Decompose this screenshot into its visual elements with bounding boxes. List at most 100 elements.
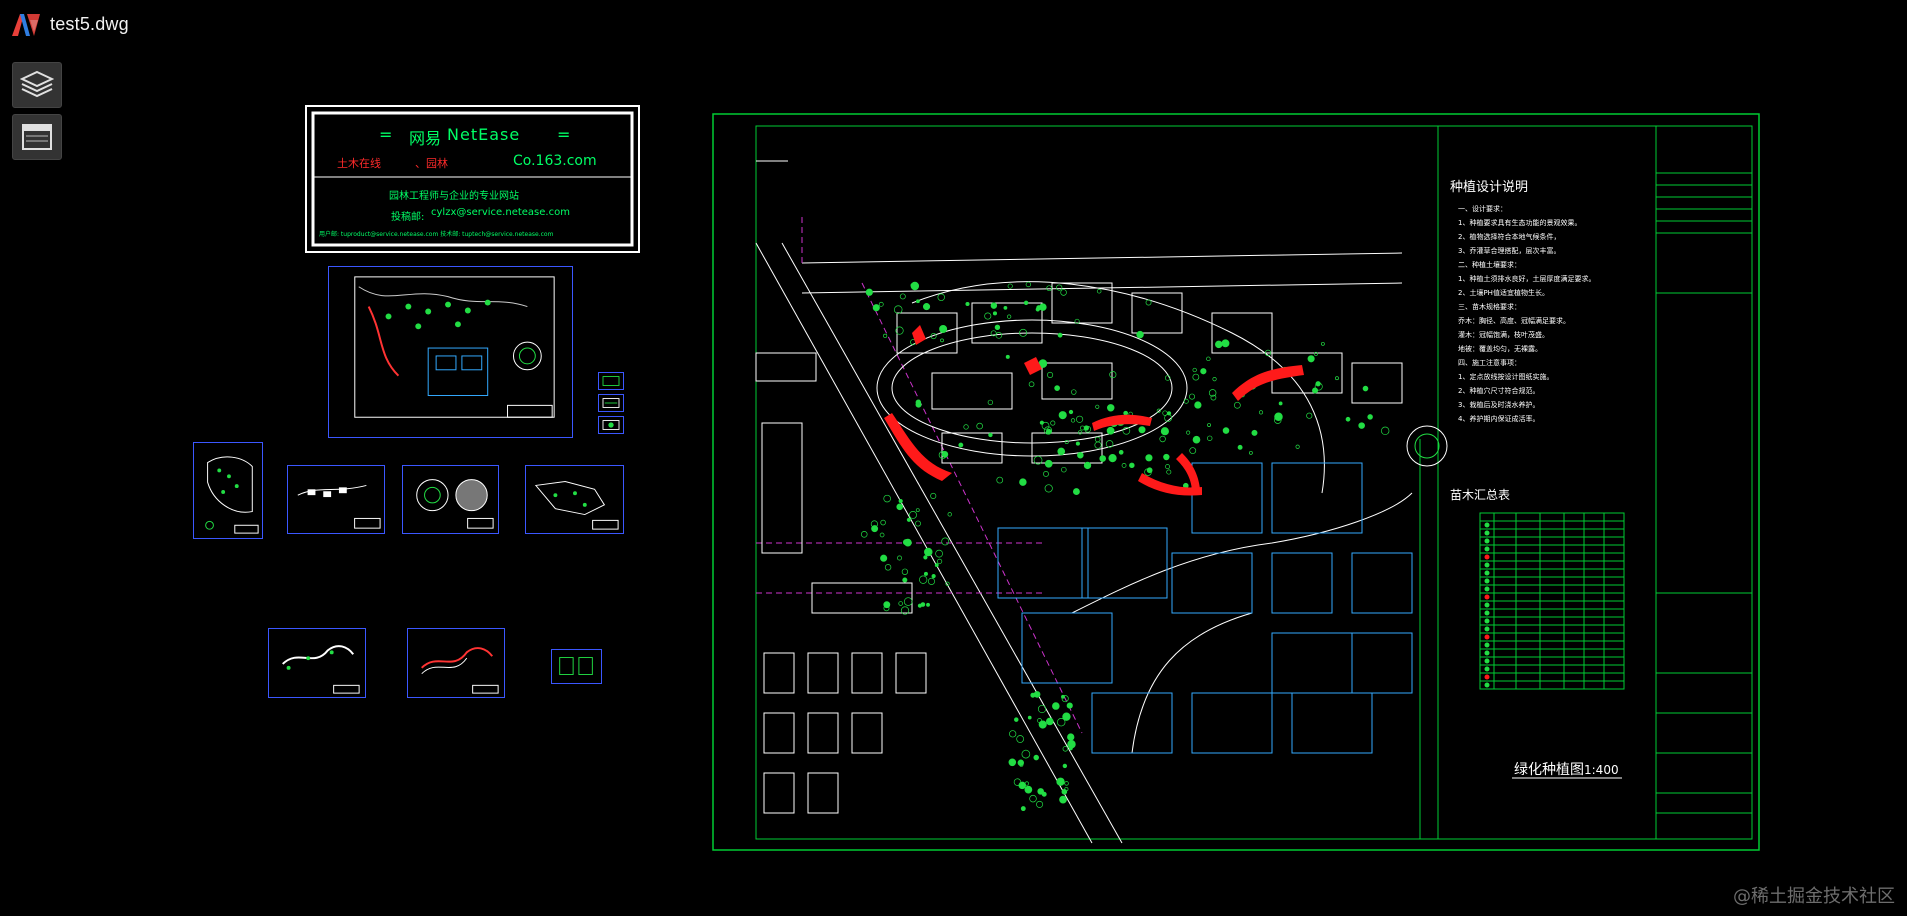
legend-symbol bbox=[1484, 594, 1490, 600]
tree-symbol bbox=[1057, 332, 1063, 338]
tree-symbol bbox=[1016, 735, 1024, 743]
app-logo-icon bbox=[12, 14, 40, 36]
sheet-thumbnail-overview[interactable] bbox=[328, 266, 573, 438]
legend-symbol bbox=[1484, 682, 1490, 688]
tree-symbol bbox=[1075, 441, 1080, 446]
tree-symbol bbox=[1129, 462, 1135, 469]
tree-symbol bbox=[1206, 356, 1211, 362]
tree-symbol bbox=[1109, 371, 1117, 379]
tree-symbol bbox=[1024, 785, 1033, 794]
sheet-thumbnail-path-a[interactable] bbox=[268, 628, 366, 698]
row2-left: 土木在线 bbox=[337, 157, 381, 170]
sheet-thumbnail-detail[interactable] bbox=[525, 465, 624, 534]
tree-symbol bbox=[1044, 484, 1053, 493]
sheet-thumbnail-small[interactable] bbox=[551, 649, 602, 684]
tree-symbol bbox=[941, 451, 949, 458]
tree-symbol bbox=[1108, 453, 1117, 463]
tree-symbol bbox=[872, 304, 880, 312]
tree-symbol bbox=[1061, 466, 1067, 473]
tree-symbol bbox=[902, 577, 908, 583]
tree-symbol bbox=[915, 299, 920, 304]
tree-symbol bbox=[903, 597, 913, 606]
tree-symbol bbox=[1320, 341, 1325, 346]
note-line: 1、种植要求具有生态功能的景观效果。 bbox=[1458, 218, 1581, 227]
legend-symbol bbox=[1484, 666, 1490, 672]
tree-symbol bbox=[1094, 436, 1101, 443]
legend-symbol bbox=[1484, 618, 1490, 624]
legend-symbol bbox=[1484, 546, 1490, 552]
row2-mid: 、园林 bbox=[415, 157, 448, 170]
sheet-thumbnail-site-curve[interactable] bbox=[193, 442, 263, 539]
netease-title-card[interactable]: = 网易 NetEase = 土木在线 、园林 Co.163.com 园林工程师… bbox=[305, 105, 640, 253]
tree-symbol bbox=[937, 293, 945, 301]
tree-symbol bbox=[1007, 283, 1013, 289]
sheet-thumbnail-circles[interactable] bbox=[402, 465, 499, 534]
sheet-thumbnail-mini-3[interactable] bbox=[598, 416, 624, 434]
tree-symbol bbox=[1059, 795, 1067, 804]
note-line: 二、种植土壤要求： bbox=[1458, 260, 1521, 269]
tree-symbol bbox=[899, 293, 906, 300]
tree-symbol bbox=[990, 302, 998, 309]
sheet-thumbnail-strip-plan[interactable] bbox=[287, 465, 385, 534]
tree-symbol bbox=[1215, 340, 1223, 349]
tree-symbol bbox=[1077, 451, 1084, 459]
layers-button[interactable] bbox=[12, 62, 62, 108]
tree-symbol bbox=[1076, 415, 1084, 423]
tree-symbol bbox=[1094, 441, 1102, 449]
tree-symbol bbox=[984, 312, 992, 320]
legend-symbol bbox=[1484, 538, 1490, 544]
tree-symbol bbox=[1189, 393, 1196, 400]
tree-symbol bbox=[897, 555, 902, 561]
tree-symbol bbox=[1123, 410, 1129, 416]
tree-symbol bbox=[1077, 430, 1083, 435]
note-line: 3、栽植后及时浇水养护。 bbox=[1458, 400, 1539, 409]
layout-button[interactable] bbox=[12, 114, 62, 160]
tree-symbol bbox=[1020, 806, 1026, 812]
tree-symbol bbox=[1062, 712, 1071, 721]
note-line: 2、种植穴尺寸符合规范。 bbox=[1458, 386, 1539, 395]
tree-symbol bbox=[1027, 715, 1032, 720]
tree-symbol bbox=[1278, 401, 1283, 406]
tree-symbol bbox=[1060, 289, 1067, 296]
tree-symbol bbox=[1014, 717, 1019, 722]
tree-symbol bbox=[931, 574, 936, 579]
tree-symbol bbox=[1039, 420, 1044, 425]
tree-symbol bbox=[1183, 398, 1189, 404]
tree-symbol bbox=[1194, 401, 1202, 409]
tree-symbol bbox=[1145, 299, 1152, 306]
sheet-thumbnail-path-b[interactable] bbox=[407, 628, 505, 698]
tree-symbol bbox=[893, 305, 903, 314]
tree-symbol bbox=[1095, 404, 1100, 409]
tree-symbol bbox=[1070, 418, 1076, 423]
tree-symbol bbox=[898, 498, 903, 504]
tree-symbol bbox=[865, 288, 873, 296]
sheet-thumbnail-mini-2[interactable] bbox=[598, 394, 624, 412]
tree-symbol bbox=[1159, 435, 1166, 443]
tree-symbol bbox=[1200, 368, 1207, 375]
sheet-thumbnail-mini-1[interactable] bbox=[598, 372, 624, 390]
tree-symbol bbox=[934, 563, 939, 568]
tree-symbol bbox=[1237, 444, 1243, 450]
tree-symbol bbox=[1207, 435, 1213, 441]
drawing-title: 绿化种植图 bbox=[1514, 762, 1584, 778]
tree-symbol bbox=[1099, 455, 1107, 462]
note-line: 3、乔灌草合理搭配，层次丰富。 bbox=[1458, 246, 1560, 255]
app-header: test5.dwg bbox=[0, 0, 1907, 48]
title-eq-left: = bbox=[379, 125, 393, 144]
footer-emails: 用户邮: tuproduct@service.netease.com 技术邮: … bbox=[319, 231, 554, 238]
tree-symbol bbox=[1258, 410, 1264, 415]
tree-symbol bbox=[930, 492, 937, 499]
note-line: 2、植物选择符合本地气候条件， bbox=[1458, 232, 1560, 241]
tree-symbol bbox=[988, 432, 993, 438]
notes-heading: 种植设计说明 bbox=[1450, 180, 1528, 195]
legend-symbol bbox=[1484, 554, 1490, 560]
tree-symbol bbox=[1118, 449, 1124, 455]
main-planting-plan[interactable]: 种植设计说明 一、设计要求： 1、种植要求具有生态功能的景观效果。 2、植物选择符合… bbox=[712, 113, 1760, 851]
tree-symbol bbox=[1160, 427, 1169, 436]
tree-symbol bbox=[987, 399, 994, 406]
tree-symbol bbox=[1029, 794, 1037, 803]
tree-symbol bbox=[1121, 463, 1127, 468]
file-title: test5.dwg bbox=[50, 14, 129, 34]
note-line: 灌木：冠幅饱满，枝叶茂盛。 bbox=[1458, 330, 1549, 339]
legend-symbol bbox=[1484, 602, 1490, 608]
